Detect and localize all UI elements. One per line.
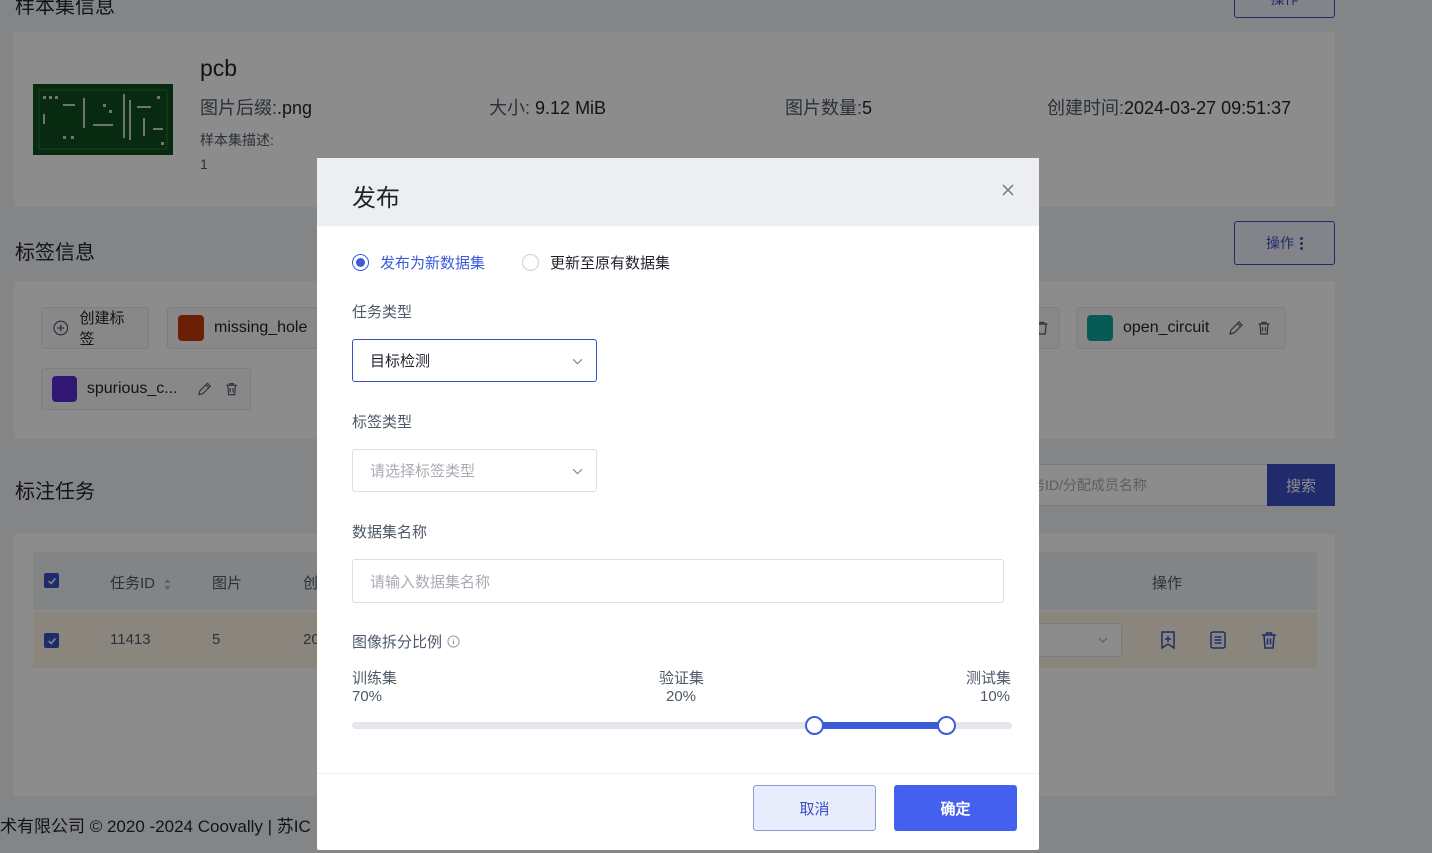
test-set-percent: 10% [980,688,1011,705]
label-type-label: 标签类型 [352,414,413,431]
cancel-button[interactable]: 取消 [753,785,876,831]
split-slider-handle-val[interactable] [937,716,956,735]
publish-dialog: 发布 发布为新数据集 更新至原有数据集 任务类型 目标检测 标签类型 请选择标签… [317,158,1039,850]
split-slider-handle-train[interactable] [805,716,824,735]
label-type-placeholder: 请选择标签类型 [370,463,476,480]
dataset-name-label: 数据集名称 [352,524,428,541]
dialog-footer-divider [317,773,1039,774]
split-slider-range [814,722,946,729]
confirm-button[interactable]: 确定 [894,785,1017,831]
train-set-percent: 70% [352,688,383,705]
val-set-label: 验证集 [659,670,705,687]
dataset-name-input[interactable]: 请输入数据集名称 [352,559,1004,603]
task-type-value: 目标检测 [370,353,431,370]
task-type-label: 任务类型 [352,304,413,321]
label-type-select[interactable]: 请选择标签类型 [352,449,597,492]
chevron-down-icon [572,358,583,365]
close-icon[interactable] [1000,182,1016,198]
val-set-percent: 20% [666,688,697,705]
radio-indicator [352,254,369,271]
dialog-header: 发布 [317,158,1039,226]
task-type-select[interactable]: 目标检测 [352,339,597,382]
chevron-down-icon [572,468,583,475]
info-icon[interactable] [447,635,460,648]
radio-indicator [522,254,539,271]
split-ratio-text: 图像拆分比例 [352,634,443,651]
radio-publish-new-label: 发布为新数据集 [380,255,486,272]
dialog-title: 发布 [352,185,400,212]
radio-update-existing[interactable]: 更新至原有数据集 [522,252,670,273]
radio-update-existing-label: 更新至原有数据集 [550,255,671,272]
radio-publish-new[interactable]: 发布为新数据集 [352,252,485,273]
test-set-label: 测试集 [966,670,1012,687]
split-slider[interactable] [352,716,1012,735]
train-set-label: 训练集 [352,670,398,687]
split-ratio-label: 图像拆分比例 [352,631,460,652]
